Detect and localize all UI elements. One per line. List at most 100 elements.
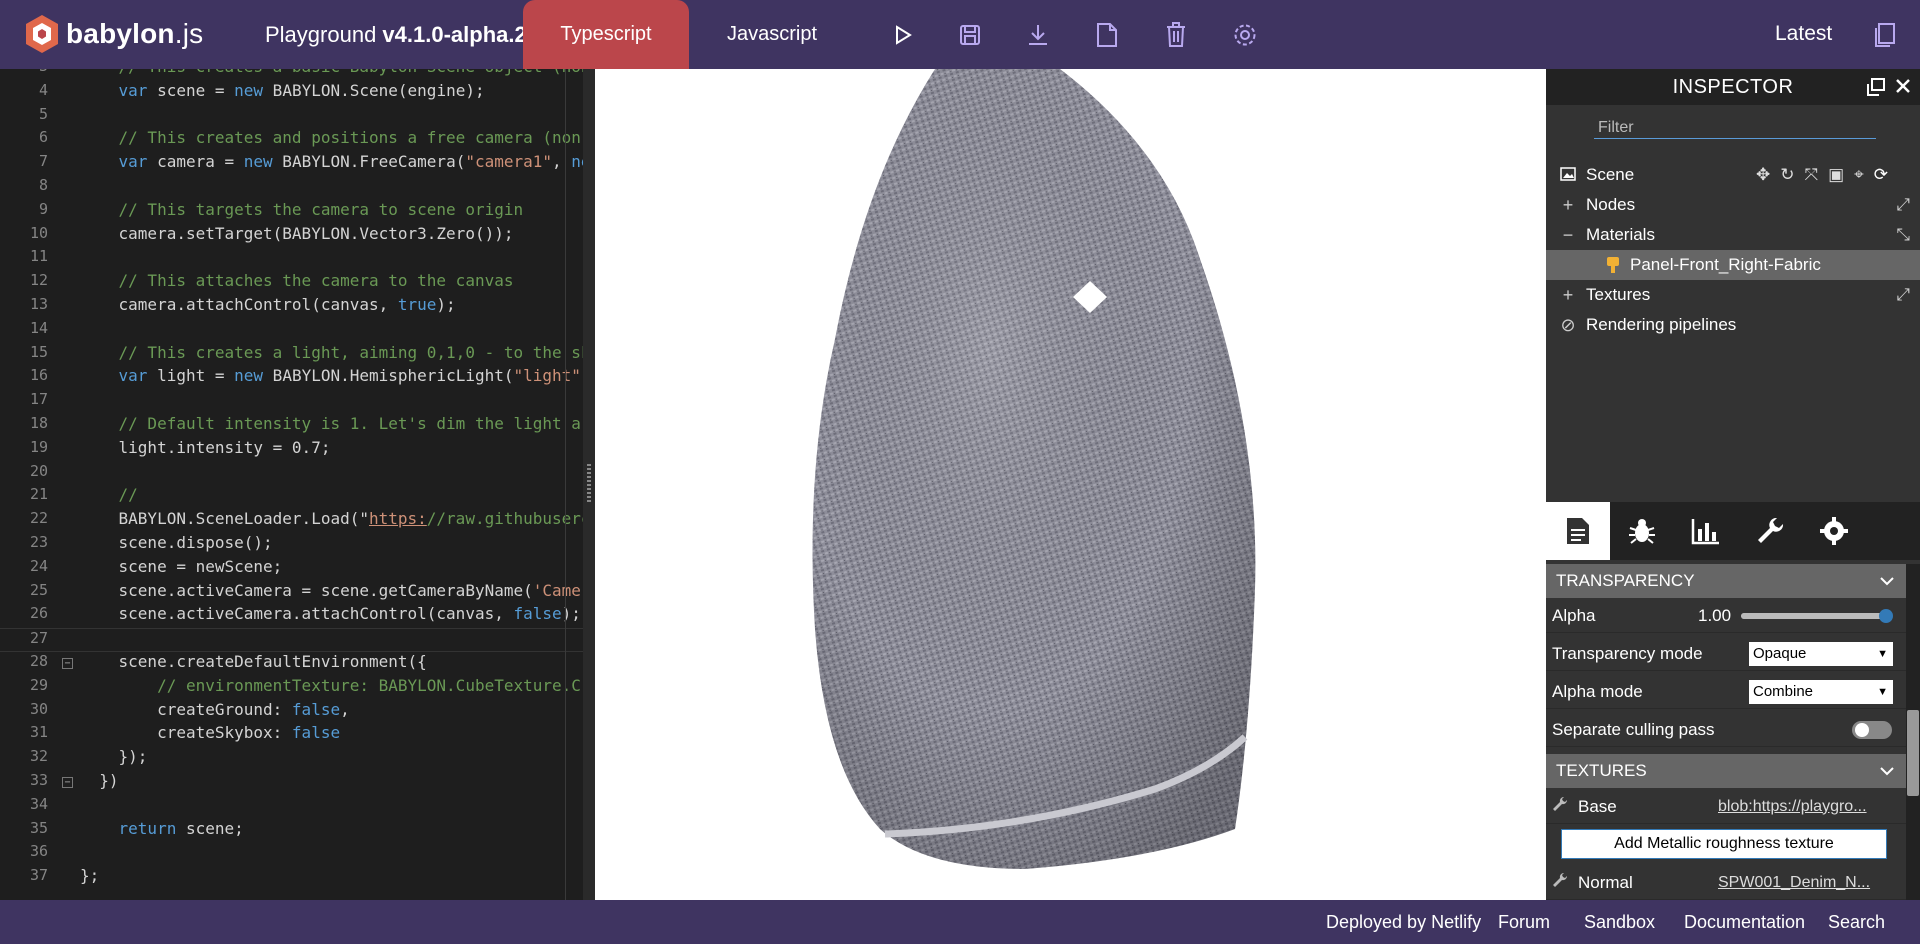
code-line[interactable]: 17: [0, 390, 583, 414]
code-line[interactable]: 16 var light = new BABYLON.HemisphericLi…: [0, 366, 583, 390]
property-scrollbar-thumb[interactable]: [1907, 710, 1919, 796]
code-line[interactable]: 9 // This targets the camera to scene or…: [0, 200, 583, 224]
wrench-icon[interactable]: [1552, 796, 1570, 817]
code-line[interactable]: 11: [0, 247, 583, 271]
code-line[interactable]: 27: [0, 628, 583, 652]
wrench-icon[interactable]: [1552, 872, 1570, 893]
pane-splitter[interactable]: [583, 69, 595, 900]
code-line[interactable]: 10 camera.setTarget(BABYLON.Vector3.Zero…: [0, 224, 583, 248]
code-line[interactable]: 19 light.intensity = 0.7;: [0, 438, 583, 462]
playground-title: Playground v4.1.0-alpha.23: [265, 22, 539, 48]
splitter-grip[interactable]: [587, 464, 591, 504]
alpha-slider[interactable]: [1741, 609, 1893, 623]
move-gizmo-icon[interactable]: ✥: [1756, 165, 1770, 185]
tab-javascript[interactable]: Javascript: [689, 0, 855, 69]
version-dropdown[interactable]: Latest: [1775, 22, 1832, 46]
code-line[interactable]: 24 scene = newScene;: [0, 557, 583, 581]
code-line[interactable]: 23 scene.dispose();: [0, 533, 583, 557]
code-line[interactable]: 31 createSkybox: false: [0, 723, 583, 747]
footer-link-sandbox[interactable]: Sandbox: [1584, 912, 1655, 933]
footer-link-search[interactable]: Search: [1828, 912, 1885, 933]
code-line[interactable]: 3 // This creates a basic Babylon Scene …: [0, 69, 583, 81]
normal-texture-link[interactable]: SPW001_Denim_N...: [1718, 874, 1870, 892]
code-line[interactable]: 33 − }): [0, 771, 583, 795]
code-line[interactable]: 25 scene.activeCamera = scene.getCameraB…: [0, 581, 583, 605]
dropdown-arrow-icon: ▼: [1877, 647, 1888, 660]
properties-tab[interactable]: [1546, 502, 1610, 560]
footer-link-netlify[interactable]: Deployed by Netlify: [1326, 912, 1481, 933]
code-editor[interactable]: 3 // This creates a basic Babylon Scene …: [0, 69, 583, 900]
transparency-section-header[interactable]: TRANSPARENCY: [1546, 564, 1906, 598]
tree-item-selected-material[interactable]: Panel-Front_Right-Fabric: [1546, 250, 1920, 280]
culling-toggle[interactable]: [1852, 720, 1892, 739]
examples-icon[interactable]: [1870, 20, 1900, 50]
code-line[interactable]: 8: [0, 176, 583, 200]
tree-item-scene[interactable]: Scene ✥ ↻ ⤧ ▣ ⌖ ⟳: [1546, 160, 1920, 190]
code-line[interactable]: 36: [0, 842, 583, 866]
clear-icon[interactable]: [1161, 20, 1191, 50]
collapse-all-icon[interactable]: ⤡: [1896, 225, 1910, 245]
expand-all-icon[interactable]: ⤢: [1896, 195, 1910, 215]
code-line[interactable]: 30 createGround: false,: [0, 700, 583, 724]
new-file-icon[interactable]: [1092, 20, 1122, 50]
expand-all-icon[interactable]: ⤢: [1896, 285, 1910, 305]
tab-typescript[interactable]: Typescript: [523, 0, 689, 69]
code-line[interactable]: 28 − scene.createDefaultEnvironment({: [0, 652, 583, 676]
code-line[interactable]: 37};: [0, 866, 583, 890]
tools-tab[interactable]: [1738, 502, 1802, 560]
code-line[interactable]: 34: [0, 795, 583, 819]
filter-input[interactable]: [1594, 117, 1876, 139]
tree-item-nodes[interactable]: + Nodes ⤢: [1546, 190, 1920, 220]
code-line[interactable]: 13 camera.attachControl(canvas, true);: [0, 295, 583, 319]
add-metallic-roughness-button[interactable]: Add Metallic roughness texture: [1561, 829, 1887, 859]
collapse-minus-icon[interactable]: −: [1556, 225, 1580, 246]
code-line[interactable]: 26 scene.activeCamera.attachControl(canv…: [0, 604, 583, 628]
alpha-slider-thumb[interactable]: [1879, 609, 1893, 623]
tree-item-materials[interactable]: − Materials ⤡: [1546, 220, 1920, 250]
code-line[interactable]: 12 // This attaches the camera to the ca…: [0, 271, 583, 295]
footer-link-documentation[interactable]: Documentation: [1684, 912, 1805, 933]
scale-gizmo-icon[interactable]: ⤧: [1805, 165, 1819, 185]
code-line[interactable]: 6 // This creates and positions a free c…: [0, 128, 583, 152]
popout-icon[interactable]: [1866, 77, 1886, 103]
download-icon[interactable]: [1023, 20, 1053, 50]
code-line[interactable]: 14: [0, 319, 583, 343]
tree-item-pipelines[interactable]: ⊘ Rendering pipelines: [1546, 310, 1920, 340]
textures-section-header[interactable]: TEXTURES: [1546, 754, 1906, 788]
code-line[interactable]: 32 });: [0, 747, 583, 771]
refresh-icon[interactable]: ⟳: [1874, 165, 1888, 185]
statistics-tab[interactable]: [1674, 502, 1738, 560]
alpha-mode-select[interactable]: Combine ▼: [1749, 679, 1893, 704]
render-canvas[interactable]: [595, 69, 1546, 900]
inspector-panel: INSPECTOR Scene ✥ ↻ ⤧ ▣ ⌖ ⟳ + Nodes ⤢ − …: [1546, 69, 1920, 900]
fold-toggle-icon[interactable]: −: [62, 777, 73, 788]
code-line[interactable]: 22 BABYLON.SceneLoader.Load("https://raw…: [0, 509, 583, 533]
bounding-gizmo-icon[interactable]: ▣: [1828, 165, 1844, 185]
fold-toggle-icon[interactable]: −: [62, 658, 73, 669]
footer-link-forum[interactable]: Forum: [1498, 912, 1550, 933]
debug-tab[interactable]: [1610, 502, 1674, 560]
tree-item-textures[interactable]: + Textures ⤢: [1546, 280, 1920, 310]
code-line[interactable]: 4 var scene = new BABYLON.Scene(engine);: [0, 81, 583, 105]
code-line[interactable]: 21 //: [0, 485, 583, 509]
alpha-mode-row: Alpha mode Combine ▼: [1546, 675, 1906, 709]
rotate-gizmo-icon[interactable]: ↻: [1780, 165, 1794, 185]
code-line[interactable]: 5: [0, 105, 583, 129]
code-line[interactable]: 29 // environmentTexture: BABYLON.CubeTe…: [0, 676, 583, 700]
close-icon[interactable]: [1894, 77, 1912, 101]
expand-plus-icon[interactable]: +: [1556, 195, 1580, 216]
target-icon[interactable]: ⌖: [1854, 165, 1864, 185]
code-line[interactable]: 15 // This creates a light, aiming 0,1,0…: [0, 343, 583, 367]
code-line[interactable]: 20: [0, 462, 583, 486]
run-icon[interactable]: [888, 20, 918, 50]
code-line[interactable]: 18 // Default intensity is 1. Let's dim …: [0, 414, 583, 438]
code-line[interactable]: 7 var camera = new BABYLON.FreeCamera("c…: [0, 152, 583, 176]
expand-plus-icon[interactable]: +: [1556, 285, 1580, 306]
transparency-mode-select[interactable]: Opaque ▼: [1749, 641, 1893, 666]
settings-icon[interactable]: [1230, 20, 1260, 50]
save-icon[interactable]: [955, 20, 985, 50]
babylon-logo[interactable]: babylon.js: [24, 14, 203, 54]
settings-tab[interactable]: [1802, 502, 1866, 560]
base-texture-link[interactable]: blob:https://playgro...: [1718, 798, 1867, 816]
code-line[interactable]: 35 return scene;: [0, 819, 583, 843]
